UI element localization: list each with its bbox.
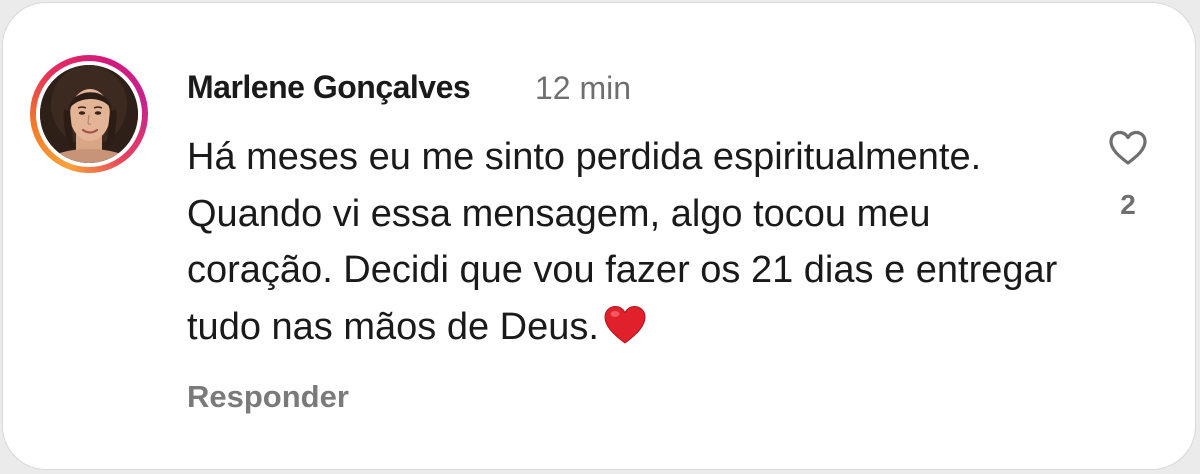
reply-button[interactable]: Responder bbox=[187, 379, 349, 415]
heart-outline-icon bbox=[1109, 130, 1147, 165]
comment-text-block: Há meses eu me sinto perdida espiritualm… bbox=[187, 129, 1067, 361]
comment-card: Marlene Gonçalves 12 min Há meses eu me … bbox=[2, 2, 1196, 470]
like-count: 2 bbox=[1120, 189, 1136, 220]
like-button[interactable] bbox=[1107, 129, 1149, 169]
story-ring[interactable] bbox=[30, 55, 148, 173]
avatar[interactable] bbox=[40, 65, 138, 163]
red-heart-emoji bbox=[603, 305, 647, 362]
avatar-portrait-icon bbox=[40, 65, 138, 163]
comment-timestamp: 12 min bbox=[535, 70, 632, 106]
comment-author[interactable]: Marlene Gonçalves bbox=[187, 69, 471, 106]
